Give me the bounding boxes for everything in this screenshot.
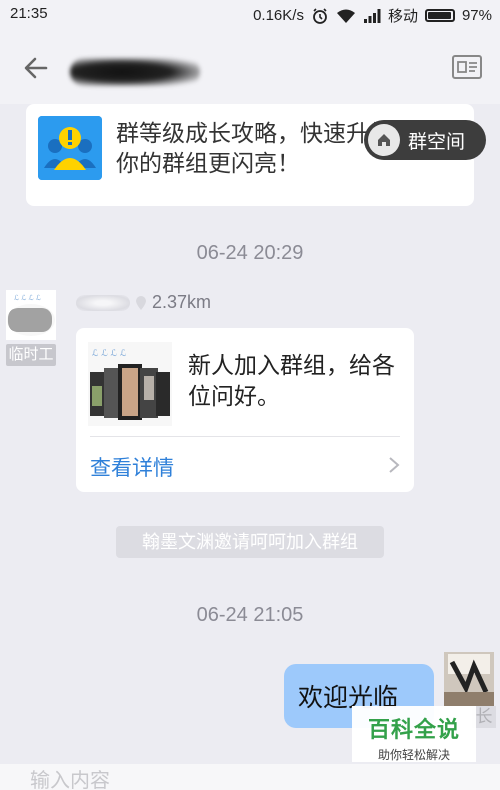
member-role-tag: 临时工 [6, 344, 56, 366]
sender-line: 2.37km [76, 292, 211, 313]
home-icon [368, 124, 400, 156]
profile-card-icon[interactable] [450, 52, 484, 82]
battery-level: 97% [461, 7, 492, 24]
chat-title-redacted [70, 58, 200, 86]
battery-icon [424, 9, 455, 22]
nav-bar [0, 30, 500, 104]
watermark-title: 百科全说 [367, 717, 460, 742]
sender-distance: 2.37km [152, 292, 212, 312]
location-pin-icon [136, 295, 146, 310]
status-time: 21:35 [10, 5, 48, 22]
arrow-left-icon[interactable] [20, 52, 52, 84]
status-bar: 21:35 0.16K/s 移动 97% [0, 0, 500, 30]
network-speed: 0.16K/s [253, 7, 304, 24]
alarm-icon [313, 7, 327, 24]
svg-text:ℒ ℒ ℒ ℒ: ℒ ℒ ℒ ℒ [92, 349, 127, 359]
shared-post-card[interactable]: ℒ ℒ ℒ ℒ 新人加入群组，给各位问好。 查看详情 [76, 328, 414, 492]
avatar[interactable] [444, 652, 494, 706]
message-input[interactable]: 输入内容 [30, 764, 110, 790]
signal-icon [363, 8, 381, 23]
timestamp: 06-24 20:29 [196, 242, 304, 264]
watermark-subtitle: 助你轻松解决 [377, 748, 450, 762]
avatar[interactable]: ℒ ℒ ℒ ℒ [6, 290, 56, 340]
post-text: 新人加入群组，给各位问好。 [188, 352, 395, 409]
sender-name-redacted [76, 294, 130, 311]
system-notice: 翰墨文渊邀请呵呵加入群组 [116, 526, 384, 558]
status-right: 0.16K/s 移动 97% [253, 5, 492, 26]
post-thumbnail: ℒ ℒ ℒ ℒ [88, 342, 172, 426]
view-details-link[interactable]: 查看详情 [90, 452, 174, 482]
chevron-right-icon [389, 457, 400, 473]
group-space-label: 群空间 [408, 131, 466, 153]
svg-text:ℒ ℒ ℒ ℒ: ℒ ℒ ℒ ℒ [14, 294, 41, 302]
carrier-label: 移动 [387, 8, 418, 25]
group-space-button[interactable]: 群空间 [364, 120, 486, 160]
watermark-logo: 百科全说 助你轻松解决 [352, 706, 476, 762]
wifi-icon [336, 9, 355, 23]
card-divider [90, 436, 400, 437]
group-alert-icon [38, 116, 102, 180]
timestamp: 06-24 21:05 [196, 604, 304, 626]
input-bar: 输入内容 [0, 764, 500, 790]
